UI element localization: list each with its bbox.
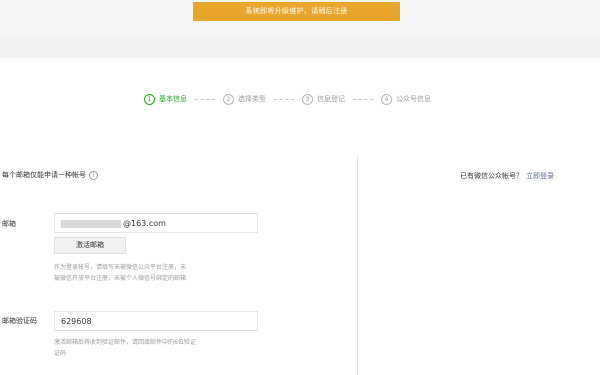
- step-number: 4: [381, 93, 392, 105]
- code-hint-line: 证码: [54, 350, 67, 357]
- note-text: 每个邮箱仅能申请一种帐号: [2, 171, 86, 179]
- step-number: 1: [144, 93, 155, 105]
- code-value: 629608: [61, 317, 92, 326]
- step-account-info: 4 公众号信息: [381, 93, 431, 105]
- email-hint-line: 作为登录帐号，请填写未被微信公众平台注册，未: [54, 264, 187, 271]
- existing-account-prompt: 已有微信公众帐号？ 立即登录: [460, 171, 554, 181]
- step-label: 基本信息: [159, 95, 187, 103]
- email-hint: 作为登录帐号，请填写未被微信公众平台注册，未 被微信开放平台注册，未被个人微信号…: [54, 262, 186, 284]
- step-basic-info: 1 基本信息: [144, 93, 187, 105]
- email-hint-line: 被微信开放平台注册，未被个人微信号绑定的邮箱: [54, 275, 187, 282]
- column-divider: [357, 155, 358, 375]
- maintenance-notice: 系统即将升级维护，请稍后注册: [193, 2, 400, 21]
- email-label: 邮箱: [2, 220, 16, 228]
- step-connector: [195, 98, 215, 100]
- login-link[interactable]: 立即登录: [526, 172, 554, 180]
- email-field[interactable]: @163.com: [54, 213, 258, 233]
- code-hint: 激活邮箱后将收到验证邮件，请回填邮件中的6位验证 证码: [54, 337, 196, 359]
- step-label: 选择类型: [238, 95, 266, 103]
- existing-account-text: 已有微信公众帐号？: [460, 172, 523, 180]
- header-band: [0, 36, 600, 58]
- one-account-note: 每个邮箱仅能申请一种帐号 i: [2, 170, 98, 180]
- step-label: 公众号信息: [396, 95, 431, 103]
- step-indicator: 1 基本信息 2 选择类型 3 信息登记 4 公众号信息: [144, 92, 431, 106]
- step-label: 信息登记: [317, 95, 345, 103]
- redacted-email-prefix: [61, 220, 121, 228]
- step-number: 2: [223, 93, 234, 105]
- activate-email-button[interactable]: 激活邮箱: [54, 237, 126, 254]
- verification-code-field[interactable]: 629608: [54, 311, 258, 331]
- code-hint-line: 激活邮箱后将收到验证邮件，请回填邮件中的6位验证: [54, 339, 196, 346]
- step-connector: [274, 98, 294, 100]
- step-info-register: 3 信息登记: [302, 93, 345, 105]
- step-select-type: 2 选择类型: [223, 93, 266, 105]
- info-icon[interactable]: i: [89, 170, 98, 180]
- code-label: 邮箱验证码: [2, 317, 37, 325]
- top-bar: 系统即将升级维护，请稍后注册: [0, 0, 600, 36]
- step-connector: [353, 98, 373, 100]
- step-number: 3: [302, 93, 313, 105]
- email-suffix: @163.com: [123, 219, 166, 228]
